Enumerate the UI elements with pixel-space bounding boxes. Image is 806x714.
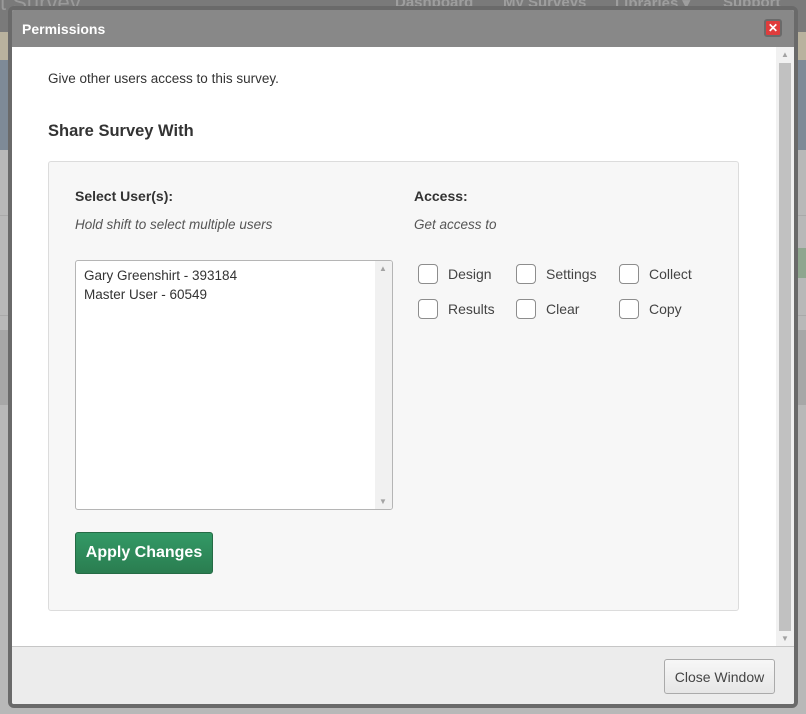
permissions-modal: Permissions ✕ Give other users access to… xyxy=(8,6,798,708)
checkbox-label: Collect xyxy=(649,266,692,282)
select-users-label: Select User(s): xyxy=(75,188,174,204)
modal-header: Permissions ✕ xyxy=(12,10,794,47)
scrollbar-thumb[interactable] xyxy=(779,63,791,631)
users-listbox[interactable]: Gary Greenshirt - 393184 Master User - 6… xyxy=(75,260,393,510)
modal-body: Give other users access to this survey. … xyxy=(12,47,794,646)
apply-changes-button[interactable]: Apply Changes xyxy=(75,532,213,574)
checkbox-clear[interactable]: Clear xyxy=(516,299,579,319)
listbox-scrollbar[interactable]: ▲ ▼ xyxy=(375,261,392,509)
access-label: Access: xyxy=(414,188,468,204)
scroll-up-icon[interactable]: ▲ xyxy=(781,50,789,59)
share-panel: Select User(s): Hold shift to select mul… xyxy=(48,161,739,611)
checkbox-box[interactable] xyxy=(418,264,438,284)
checkbox-label: Settings xyxy=(546,266,597,282)
checkbox-box[interactable] xyxy=(418,299,438,319)
checkbox-box[interactable] xyxy=(516,299,536,319)
checkbox-results[interactable]: Results xyxy=(418,299,495,319)
checkbox-collect[interactable]: Collect xyxy=(619,264,692,284)
modal-footer: Close Window xyxy=(12,646,794,704)
close-window-button[interactable]: Close Window xyxy=(664,659,775,694)
select-users-hint: Hold shift to select multiple users xyxy=(75,217,273,232)
user-option[interactable]: Master User - 60549 xyxy=(76,285,392,304)
scroll-up-icon[interactable]: ▲ xyxy=(379,264,387,273)
user-option[interactable]: Gary Greenshirt - 393184 xyxy=(76,266,392,285)
intro-text: Give other users access to this survey. xyxy=(48,71,279,86)
checkbox-box[interactable] xyxy=(619,264,639,284)
checkbox-box[interactable] xyxy=(619,299,639,319)
checkbox-design[interactable]: Design xyxy=(418,264,492,284)
checkbox-box[interactable] xyxy=(516,264,536,284)
access-hint: Get access to xyxy=(414,217,497,232)
scroll-down-icon[interactable]: ▼ xyxy=(379,497,387,506)
checkbox-label: Clear xyxy=(546,301,580,317)
checkbox-label: Results xyxy=(448,301,495,317)
checkbox-label: Design xyxy=(448,266,492,282)
checkbox-label: Copy xyxy=(649,301,682,317)
modal-scrollbar[interactable]: ▲ ▼ xyxy=(776,47,794,646)
checkbox-copy[interactable]: Copy xyxy=(619,299,682,319)
checkbox-settings[interactable]: Settings xyxy=(516,264,597,284)
section-title: Share Survey With xyxy=(48,122,194,140)
close-icon[interactable]: ✕ xyxy=(764,19,782,37)
scroll-down-icon[interactable]: ▼ xyxy=(781,634,789,643)
modal-title: Permissions xyxy=(22,21,106,37)
